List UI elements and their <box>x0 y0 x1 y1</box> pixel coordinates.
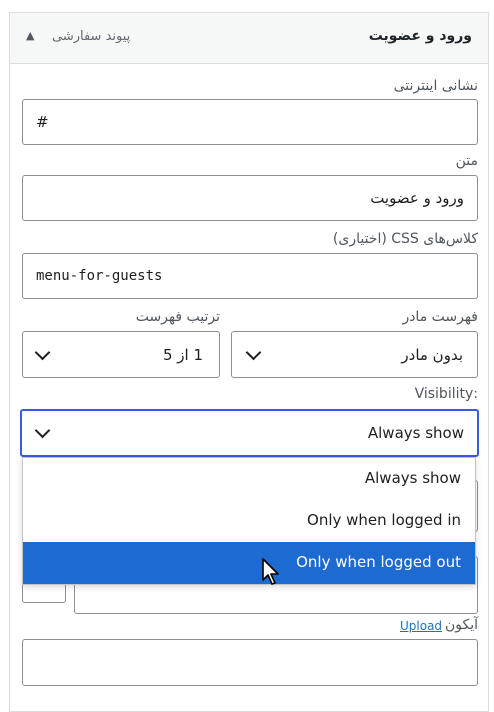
chevron-down-icon <box>34 422 51 439</box>
css-classes-value: menu-for-guests <box>36 268 163 284</box>
url-label: نشانی اینترنتی <box>393 78 478 94</box>
icon-label: آیکون <box>444 617 478 633</box>
parent-menu-value: بدون مادر <box>401 346 463 364</box>
menu-item-type: پیوند سفارشی <box>52 29 131 44</box>
chevron-down-icon <box>245 344 262 361</box>
option-always-show[interactable]: Always show <box>23 458 475 500</box>
navigation-label-value: ورود و عضویت <box>370 189 464 207</box>
menu-item-header[interactable]: ورود و عضویت پیوند سفارشی ▲ <box>10 13 488 64</box>
option-logged-in[interactable]: Only when logged in <box>23 500 475 542</box>
navigation-label-input[interactable]: ورود و عضویت <box>22 175 478 221</box>
menu-order-label: ترتیب فهرست <box>135 309 220 325</box>
menu-order-value: 1 از 5 <box>162 346 203 364</box>
visibility-label: :Visibility <box>414 386 478 402</box>
menu-order-select[interactable]: 1 از 5 <box>22 331 220 378</box>
css-classes-label: کلاس‌های CSS (اختیاری) <box>332 231 478 247</box>
menu-item-title: ورود و عضویت <box>368 28 472 44</box>
css-classes-input[interactable]: menu-for-guests <box>22 253 478 299</box>
visibility-dropdown: Always show Only when logged in Only whe… <box>22 457 476 585</box>
mouse-cursor-icon <box>262 558 279 585</box>
parent-menu-label: فهرست مادر <box>402 309 478 325</box>
option-logged-out[interactable]: Only when logged out <box>23 542 475 584</box>
parent-menu-select[interactable]: بدون مادر <box>231 331 478 378</box>
visibility-value: Always show <box>367 424 464 442</box>
upload-link[interactable]: Upload <box>400 619 442 633</box>
triangle-up-icon[interactable]: ▲ <box>26 29 34 42</box>
chevron-down-icon <box>34 344 51 361</box>
icon-input[interactable] <box>22 639 478 686</box>
visibility-select[interactable]: Always show <box>20 409 479 457</box>
url-value: # <box>36 113 49 131</box>
text-label: متن <box>455 153 478 169</box>
url-input[interactable]: # <box>22 99 478 145</box>
